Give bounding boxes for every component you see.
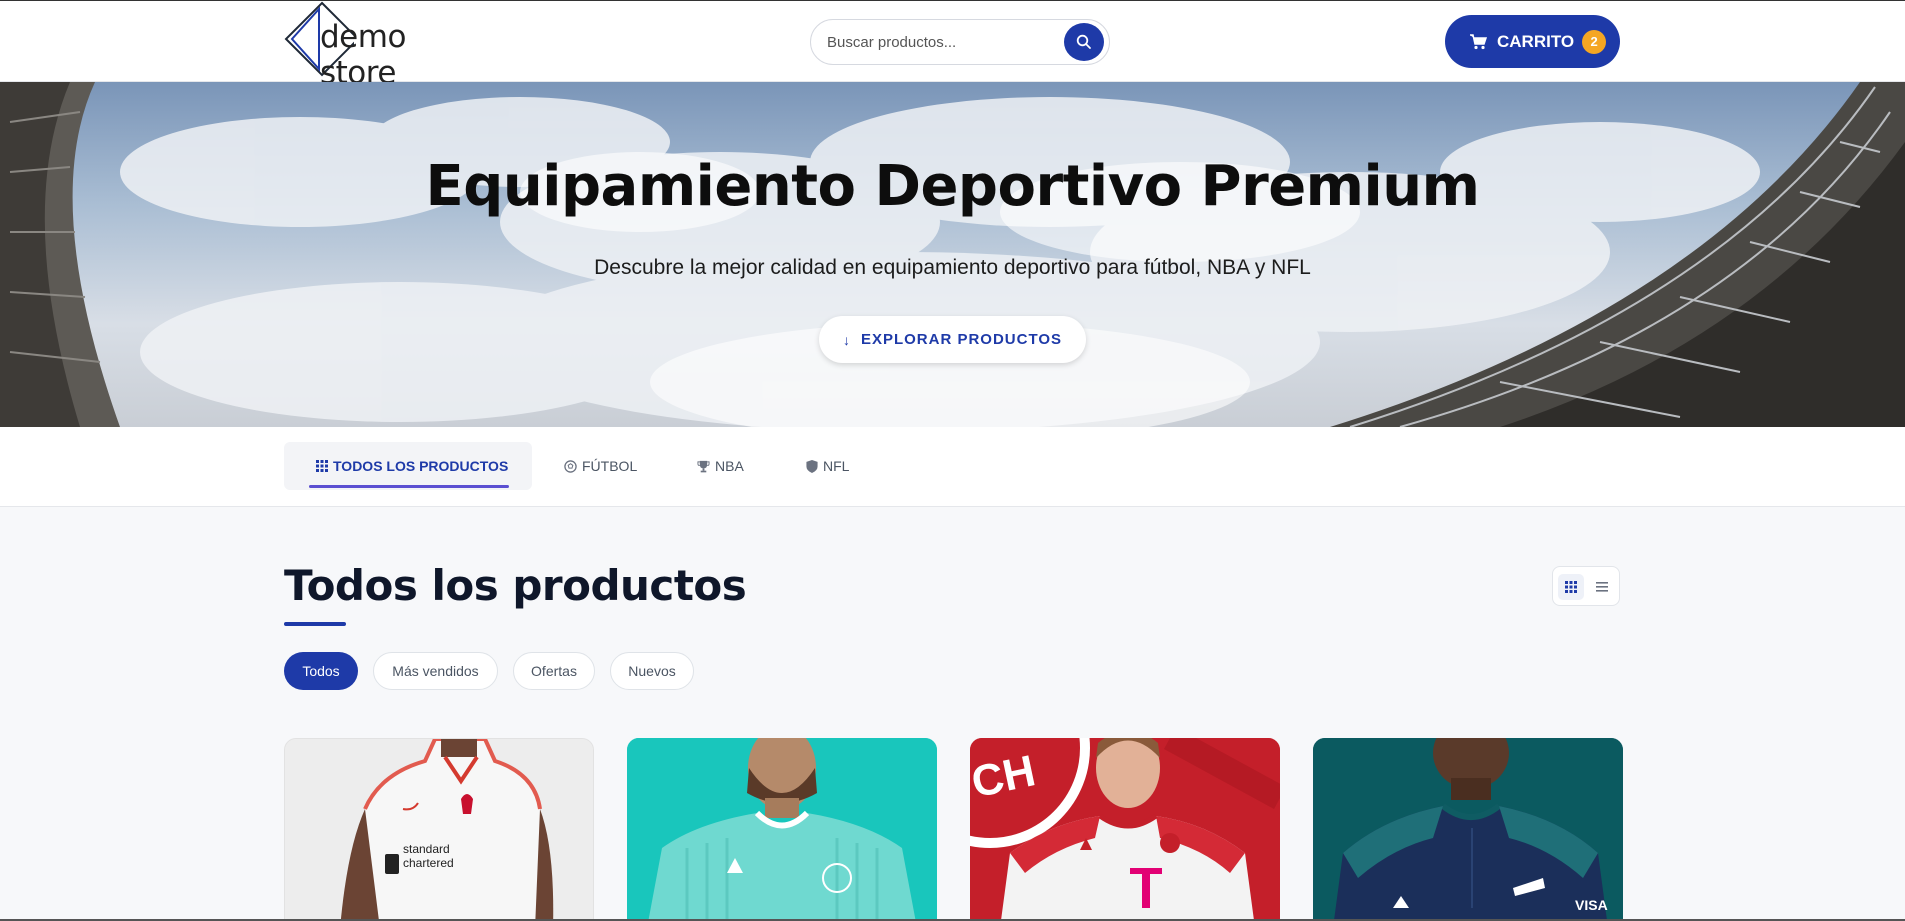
stadium-sky-image bbox=[0, 82, 1905, 427]
category-nav: TODOS LOS PRODUCTOS FÚTBOL NBA NFL bbox=[0, 427, 1905, 507]
explore-products-label: EXPLORAR PRODUCTOS bbox=[860, 331, 1063, 348]
svg-text:VISA: VISA bbox=[1575, 897, 1608, 913]
product-image-bayern: CH bbox=[970, 738, 1280, 921]
list-view-icon bbox=[1596, 582, 1608, 592]
grid-view-button[interactable] bbox=[1558, 574, 1584, 600]
cart-icon bbox=[1470, 33, 1487, 49]
soccer-ball-icon bbox=[564, 459, 577, 473]
logo-text: demo store bbox=[320, 19, 406, 91]
hero-title: Equipamiento Deportivo Premium bbox=[425, 154, 1480, 219]
section-title: Todos los productos bbox=[284, 561, 747, 610]
product-card[interactable]: VISA bbox=[1313, 738, 1623, 921]
filter-chip-nuevos[interactable]: Nuevos bbox=[610, 652, 694, 690]
filter-chip-todos[interactable]: Todos bbox=[284, 652, 358, 690]
filter-chip-ofertas[interactable]: Ofertas bbox=[513, 652, 595, 690]
tab-nba[interactable]: NBA bbox=[697, 442, 744, 490]
view-toggle bbox=[1552, 566, 1620, 606]
search-bar bbox=[810, 19, 1110, 65]
title-underline bbox=[284, 622, 346, 626]
site-header: demo store CARRITO 2 bbox=[0, 0, 1905, 91]
grid-view-icon bbox=[1565, 581, 1577, 593]
grid-icon bbox=[316, 460, 328, 472]
svg-text:chartered: chartered bbox=[403, 856, 454, 870]
list-view-button[interactable] bbox=[1589, 574, 1615, 600]
tab-nfl[interactable]: NFL bbox=[806, 442, 849, 490]
product-card[interactable] bbox=[627, 738, 937, 921]
trophy-icon bbox=[697, 460, 710, 473]
search-icon bbox=[1076, 34, 1091, 49]
product-image-liverpool: standard chartered bbox=[285, 739, 593, 921]
search-button[interactable] bbox=[1064, 23, 1104, 61]
store-logo[interactable]: demo store bbox=[284, 1, 484, 91]
product-image-arsenal: VISA bbox=[1313, 738, 1623, 921]
product-image-inter-miami bbox=[627, 738, 937, 921]
tab-all-products-label: TODOS LOS PRODUCTOS bbox=[333, 458, 509, 474]
product-card[interactable]: standard chartered bbox=[284, 738, 594, 921]
tab-nfl-label: NFL bbox=[823, 458, 850, 474]
tab-all-products[interactable]: TODOS LOS PRODUCTOS bbox=[284, 442, 532, 490]
explore-products-button[interactable]: ↓ EXPLORAR PRODUCTOS bbox=[819, 316, 1086, 363]
tab-futbol[interactable]: FÚTBOL bbox=[564, 442, 637, 490]
hero-subtitle: Descubre la mejor calidad en equipamient… bbox=[594, 256, 1311, 279]
svg-text:standard: standard bbox=[403, 842, 450, 856]
tab-nba-label: NBA bbox=[715, 458, 744, 474]
cart-count-badge: 2 bbox=[1582, 29, 1607, 54]
cart-label: CARRITO bbox=[1497, 31, 1575, 51]
tab-futbol-label: FÚTBOL bbox=[582, 458, 638, 474]
cart-button[interactable]: CARRITO 2 bbox=[1445, 15, 1620, 68]
arrow-down-icon: ↓ bbox=[842, 331, 851, 348]
product-card[interactable]: CH bbox=[970, 738, 1280, 921]
shield-icon bbox=[806, 459, 818, 473]
search-input[interactable] bbox=[827, 30, 1057, 54]
hero-banner: Equipamiento Deportivo Premium Descubre … bbox=[0, 82, 1905, 427]
filter-chip-mas-vendidos[interactable]: Más vendidos bbox=[373, 652, 498, 690]
